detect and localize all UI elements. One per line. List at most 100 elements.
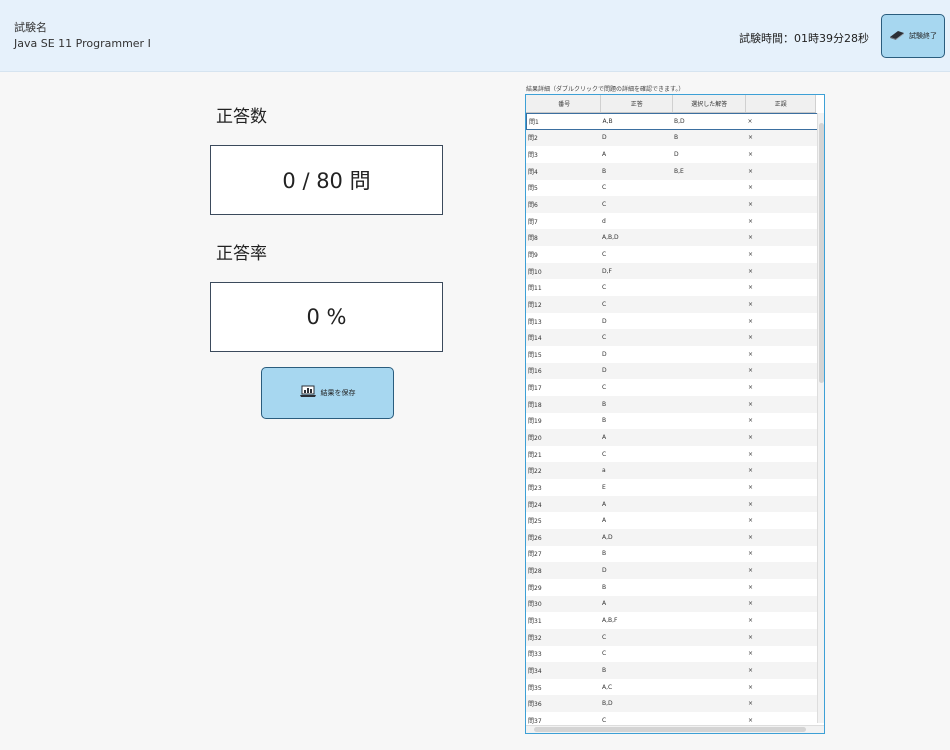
cell-correct-answer: D [602, 317, 607, 325]
cell-result: × [748, 650, 754, 658]
table-row[interactable]: 問11 C × [526, 279, 818, 296]
table-row[interactable]: 問13 D × [526, 313, 818, 330]
table-row[interactable]: 問9 C × [526, 246, 818, 263]
table-row[interactable]: 問24 A × [526, 495, 818, 513]
vertical-scrollbar[interactable] [817, 113, 824, 723]
table-row[interactable]: 問8 A,B,D × [526, 229, 818, 247]
table-row[interactable]: 問5 C × [526, 180, 818, 197]
cell-correct-answer: D [602, 134, 607, 142]
cell-result: × [748, 716, 754, 724]
table-row[interactable]: 問33 C × [526, 646, 818, 663]
cell-result: × [748, 567, 754, 575]
cell-number: 問24 [528, 501, 542, 509]
cell-result: × [748, 217, 754, 225]
table-row[interactable]: 問29 B × [526, 579, 818, 596]
cell-result: × [748, 267, 754, 275]
cell-correct-answer: C [602, 650, 607, 658]
horizontal-scrollbar[interactable] [526, 725, 824, 733]
correct-rate-title: 正答率 [216, 244, 267, 264]
table-row[interactable]: 問6 C × [526, 196, 818, 213]
table-row[interactable]: 問18 B × [526, 395, 818, 413]
cell-number: 問11 [528, 285, 542, 293]
cell-number: 問8 [528, 235, 538, 243]
table-row[interactable]: 問7 d × [526, 213, 818, 230]
table-row[interactable]: 問20 A × [526, 429, 818, 446]
table-row[interactable]: 問30 A × [526, 595, 818, 613]
table-row[interactable]: 問3 A D × [526, 146, 818, 163]
results-table-body: 問1 A,B B,D × 問2 D B × 問3 A D × 問4 B B,E × 問5 C × 問6 C × 問7 d × 問8… [526, 113, 818, 729]
cell-number: 問34 [528, 667, 542, 675]
exam-name-label: 試験名 [14, 21, 47, 34]
table-row[interactable]: 問23 E × [526, 479, 818, 496]
table-row[interactable]: 問1 A,B B,D × [526, 113, 818, 130]
column-header-number[interactable]: 番号 [526, 95, 602, 112]
cell-result: × [748, 134, 754, 142]
header-bar: 試験名 Java SE 11 Programmer Ⅰ 試験時間：01時39分2… [0, 0, 950, 72]
results-table-caption: 結果詳細（ダブルクリックで問題の詳細を確認できます。） [526, 86, 685, 93]
table-row[interactable]: 問19 B × [526, 413, 818, 430]
cell-correct-answer: C [602, 250, 607, 258]
table-row[interactable]: 問10 D,F × [526, 262, 818, 280]
table-row[interactable]: 問17 C × [526, 379, 818, 396]
table-row[interactable]: 問28 D × [526, 562, 818, 579]
table-row[interactable]: 問4 B B,E × [526, 162, 818, 180]
cell-result: × [748, 250, 754, 258]
table-row[interactable]: 問32 C × [526, 628, 818, 646]
cell-correct-answer: C [602, 284, 607, 292]
cell-number: 問1 [529, 118, 539, 126]
table-row[interactable]: 問12 C × [526, 296, 818, 313]
cell-result: × [748, 666, 754, 674]
table-row[interactable]: 問16 D × [526, 362, 818, 380]
cell-result: × [748, 483, 754, 491]
cell-result: × [748, 583, 754, 591]
table-row[interactable]: 問27 B × [526, 546, 818, 563]
table-row[interactable]: 問25 A × [526, 512, 818, 529]
cell-number: 問7 [528, 218, 538, 226]
exam-timer: 試験時間：01時39分28秒 [739, 32, 869, 45]
table-row[interactable]: 問15 D × [526, 346, 818, 363]
cell-number: 問28 [528, 568, 542, 576]
table-row[interactable]: 問34 B × [526, 662, 818, 679]
table-row[interactable]: 問14 C × [526, 329, 818, 346]
table-row[interactable]: 問35 A,C × [526, 679, 818, 696]
cell-number: 問4 [528, 168, 538, 176]
cell-number: 問30 [528, 601, 542, 609]
table-row[interactable]: 問36 B,D × [526, 695, 818, 713]
cell-correct-answer: B [602, 583, 607, 591]
column-header-answer[interactable]: 正答 [601, 95, 673, 112]
results-table[interactable]: 番号 正答 選択した解答 正誤 問1 A,B B,D × 問2 D B × 問3 A D × 問4 B B,… [525, 94, 825, 734]
cell-result: × [748, 201, 754, 209]
table-row[interactable]: 問2 D B × [526, 129, 818, 147]
cell-number: 問22 [528, 468, 542, 476]
correct-count-title: 正答数 [216, 107, 267, 127]
end-exam-button[interactable]: 試験終了 [881, 14, 945, 58]
cell-correct-answer: C [602, 633, 607, 641]
table-row[interactable]: 問26 A,D × [526, 529, 818, 546]
cell-number: 問17 [528, 385, 542, 393]
save-results-button[interactable]: 結果を保存 [261, 367, 394, 419]
cell-result: × [748, 317, 754, 325]
cell-result: × [748, 417, 754, 425]
cell-correct-answer: A [602, 433, 607, 441]
cell-correct-answer: B [602, 400, 607, 408]
cell-result: × [748, 467, 754, 475]
table-row[interactable]: 問31 A,B,F × [526, 612, 818, 629]
cell-number: 問3 [528, 152, 538, 160]
column-header-result[interactable]: 正誤 [746, 95, 816, 112]
horizontal-scroll-thumb[interactable] [534, 727, 806, 732]
table-row[interactable]: 問22 a × [526, 462, 818, 480]
cell-result: × [747, 117, 753, 125]
cell-result: × [748, 184, 754, 192]
cell-correct-answer: E [602, 483, 606, 491]
column-header-selected[interactable]: 選択した解答 [673, 95, 747, 112]
save-results-label: 結果を保存 [320, 389, 356, 397]
table-row[interactable]: 問21 C × [526, 446, 818, 463]
cell-number: 問31 [528, 618, 542, 626]
vertical-scroll-thumb[interactable] [819, 123, 824, 383]
cell-number: 問20 [528, 434, 542, 442]
cell-number: 問2 [528, 135, 538, 143]
cell-correct-answer: D [602, 350, 607, 358]
cell-correct-answer: C [602, 716, 607, 724]
cell-correct-answer: A [602, 151, 607, 159]
cell-correct-answer: A [602, 517, 607, 525]
